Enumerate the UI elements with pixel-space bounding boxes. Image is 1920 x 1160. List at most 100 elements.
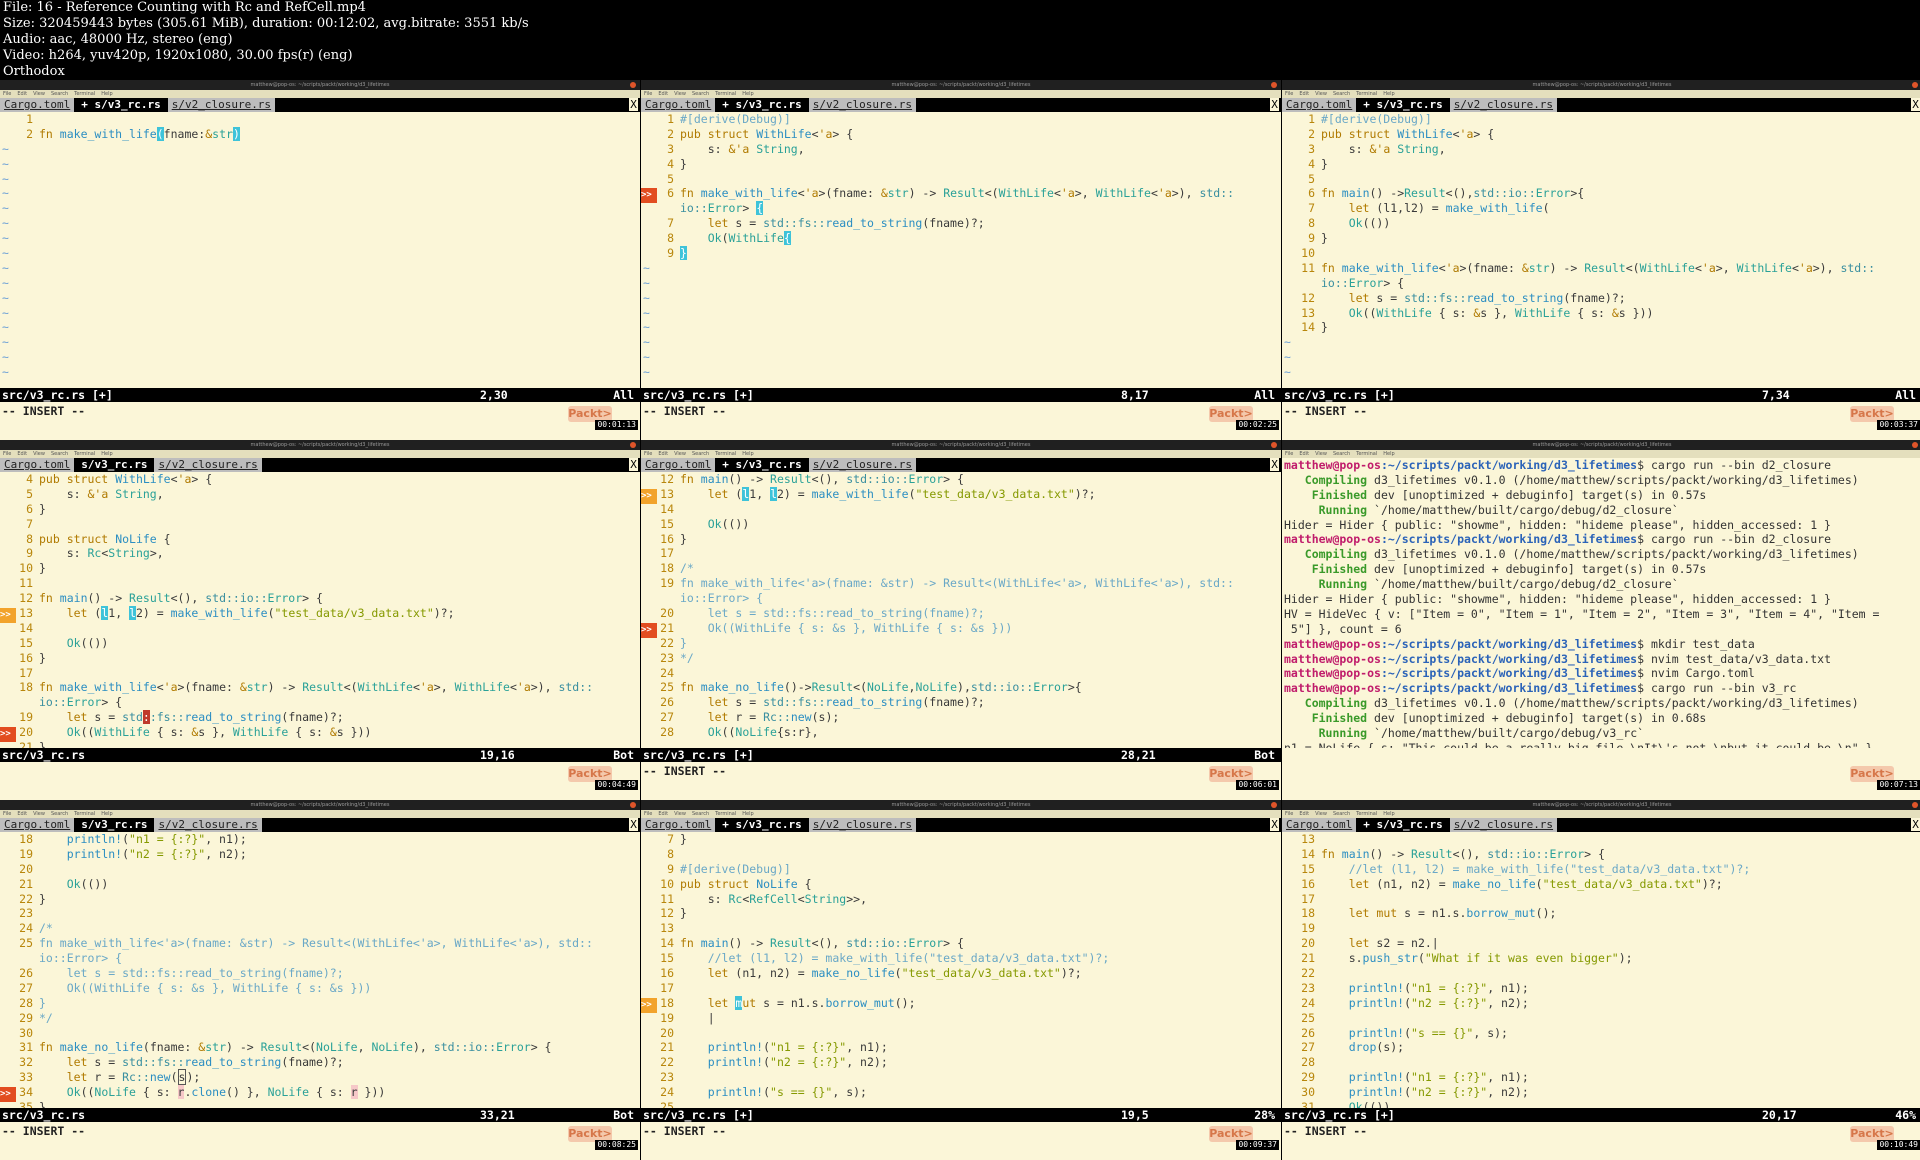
tab-s-v3-rc-rs[interactable]: s/v3_rc.rs: [77, 458, 152, 472]
tab-close-button[interactable]: X: [1270, 818, 1279, 831]
code-editor[interactable]: 18 println!("n1 = {:?}", n1); 19 println!…: [0, 832, 640, 1108]
menu-item-view[interactable]: View: [1315, 91, 1327, 97]
menu-item-view[interactable]: View: [674, 91, 686, 97]
code-editor[interactable]: 13 14 fn main() -> Result<(), std::io::Err…: [1282, 832, 1920, 1108]
tab-cargo-toml[interactable]: Cargo.toml: [641, 98, 716, 112]
menu-item-edit[interactable]: Edit: [17, 811, 27, 817]
menu-item-view[interactable]: View: [674, 811, 686, 817]
code-editor[interactable]: 7} 8 9 #[derive(Debug)] 10 pub struct NoLife …: [641, 832, 1281, 1108]
menu-item-file[interactable]: File: [644, 811, 652, 817]
menu-item-search[interactable]: Search: [1333, 91, 1350, 97]
menu-item-edit[interactable]: Edit: [1299, 451, 1309, 457]
tab-close-button[interactable]: X: [629, 818, 638, 831]
menu-item-help[interactable]: Help: [742, 451, 753, 457]
tab-s-v2-closure-rs[interactable]: s/v2_closure.rs: [808, 98, 917, 112]
menu-item-help[interactable]: Help: [101, 91, 112, 97]
menu-item-view[interactable]: View: [1315, 451, 1327, 457]
tab--s-v3-rc-rs[interactable]: + s/v3_rc.rs: [77, 98, 165, 112]
menu-item-help[interactable]: Help: [1383, 811, 1394, 817]
tab-close-button[interactable]: X: [1911, 98, 1920, 111]
tab--s-v3-rc-rs[interactable]: + s/v3_rc.rs: [718, 98, 806, 112]
menu-item-search[interactable]: Search: [692, 811, 709, 817]
menu-item-search[interactable]: Search: [692, 91, 709, 97]
menu-item-edit[interactable]: Edit: [658, 91, 668, 97]
tab-cargo-toml[interactable]: Cargo.toml: [1282, 818, 1357, 832]
menu-item-terminal[interactable]: Terminal: [715, 811, 736, 817]
close-icon[interactable]: [630, 442, 636, 448]
menu-item-terminal[interactable]: Terminal: [74, 91, 95, 97]
tab-s-v3-rc-rs[interactable]: s/v3_rc.rs: [77, 818, 152, 832]
menu-item-search[interactable]: Search: [51, 811, 68, 817]
tab-cargo-toml[interactable]: Cargo.toml: [0, 98, 75, 112]
tab-s-v2-closure-rs[interactable]: s/v2_closure.rs: [154, 458, 262, 472]
tab-s-v2-closure-rs[interactable]: s/v2_closure.rs: [808, 818, 917, 832]
menu-item-edit[interactable]: Edit: [1299, 91, 1309, 97]
tab--s-v3-rc-rs[interactable]: + s/v3_rc.rs: [718, 818, 806, 832]
menu-item-edit[interactable]: Edit: [17, 91, 27, 97]
menu-item-search[interactable]: Search: [51, 451, 68, 457]
menu-item-terminal[interactable]: Terminal: [1356, 811, 1377, 817]
tab-cargo-toml[interactable]: Cargo.toml: [1282, 98, 1357, 112]
menu-item-file[interactable]: File: [644, 451, 652, 457]
menu-item-search[interactable]: Search: [1333, 451, 1350, 457]
menu-item-terminal[interactable]: Terminal: [715, 451, 736, 457]
menu-item-view[interactable]: View: [674, 451, 686, 457]
tab-s-v2-closure-rs[interactable]: s/v2_closure.rs: [808, 458, 917, 472]
menu-item-search[interactable]: Search: [51, 91, 68, 97]
menu-item-edit[interactable]: Edit: [658, 811, 668, 817]
tab-s-v2-closure-rs[interactable]: s/v2_closure.rs: [167, 98, 276, 112]
menu-item-help[interactable]: Help: [101, 451, 112, 457]
menu-item-edit[interactable]: Edit: [1299, 811, 1309, 817]
tab-close-button[interactable]: X: [629, 98, 638, 111]
tab-cargo-toml[interactable]: Cargo.toml: [0, 818, 75, 832]
tab-close-button[interactable]: X: [1270, 458, 1279, 471]
menu-item-file[interactable]: File: [3, 811, 11, 817]
menu-item-file[interactable]: File: [3, 91, 11, 97]
close-icon[interactable]: [1271, 802, 1277, 808]
tab-s-v2-closure-rs[interactable]: s/v2_closure.rs: [154, 818, 262, 832]
tab-close-button[interactable]: X: [1911, 818, 1920, 831]
menu-item-file[interactable]: File: [1285, 451, 1293, 457]
code-editor[interactable]: 1 2 fn make_with_life(fname:&str) ~ ~ ~ ~ ~ ~ ~ ~ ~…: [0, 112, 640, 388]
menu-item-help[interactable]: Help: [1383, 451, 1394, 457]
close-icon[interactable]: [1912, 802, 1918, 808]
tab--s-v3-rc-rs[interactable]: + s/v3_rc.rs: [1359, 818, 1447, 832]
menu-item-search[interactable]: Search: [692, 451, 709, 457]
close-icon[interactable]: [630, 802, 636, 808]
menu-item-terminal[interactable]: Terminal: [1356, 91, 1377, 97]
menu-item-view[interactable]: View: [1315, 811, 1327, 817]
menu-item-file[interactable]: File: [644, 91, 652, 97]
close-icon[interactable]: [1271, 82, 1277, 88]
tab--s-v3-rc-rs[interactable]: + s/v3_rc.rs: [718, 458, 806, 472]
menu-item-help[interactable]: Help: [742, 91, 753, 97]
code-editor[interactable]: 1 #[derive(Debug)] 2 pub struct WithLife<'a…: [641, 112, 1281, 388]
close-icon[interactable]: [1271, 442, 1277, 448]
code-editor[interactable]: 4 pub struct WithLife<'a> {5 s: &'a Strin…: [0, 472, 640, 748]
tab-cargo-toml[interactable]: Cargo.toml: [641, 818, 716, 832]
menu-item-terminal[interactable]: Terminal: [1356, 451, 1377, 457]
tab-close-button[interactable]: X: [1270, 98, 1279, 111]
tab-cargo-toml[interactable]: Cargo.toml: [0, 458, 75, 472]
menu-item-terminal[interactable]: Terminal: [74, 811, 95, 817]
close-icon[interactable]: [630, 82, 636, 88]
menu-item-view[interactable]: View: [33, 811, 45, 817]
menu-item-file[interactable]: File: [1285, 811, 1293, 817]
menu-item-view[interactable]: View: [33, 91, 45, 97]
close-icon[interactable]: [1912, 82, 1918, 88]
tab-s-v2-closure-rs[interactable]: s/v2_closure.rs: [1449, 98, 1558, 112]
tab-s-v2-closure-rs[interactable]: s/v2_closure.rs: [1449, 818, 1558, 832]
code-editor[interactable]: 1 #[derive(Debug)] 2 pub struct WithLife<'a…: [1282, 112, 1920, 388]
menu-item-file[interactable]: File: [1285, 91, 1293, 97]
tab--s-v3-rc-rs[interactable]: + s/v3_rc.rs: [1359, 98, 1447, 112]
menu-item-edit[interactable]: Edit: [658, 451, 668, 457]
menu-item-file[interactable]: File: [3, 451, 11, 457]
menu-item-search[interactable]: Search: [1333, 811, 1350, 817]
tab-cargo-toml[interactable]: Cargo.toml: [641, 458, 716, 472]
menu-item-view[interactable]: View: [33, 451, 45, 457]
menu-item-help[interactable]: Help: [1383, 91, 1394, 97]
menu-item-edit[interactable]: Edit: [17, 451, 27, 457]
close-icon[interactable]: [1912, 442, 1918, 448]
code-editor[interactable]: 12 fn main() -> Result<(), std::io::Error…: [641, 472, 1281, 748]
menu-item-help[interactable]: Help: [742, 811, 753, 817]
menu-item-terminal[interactable]: Terminal: [74, 451, 95, 457]
